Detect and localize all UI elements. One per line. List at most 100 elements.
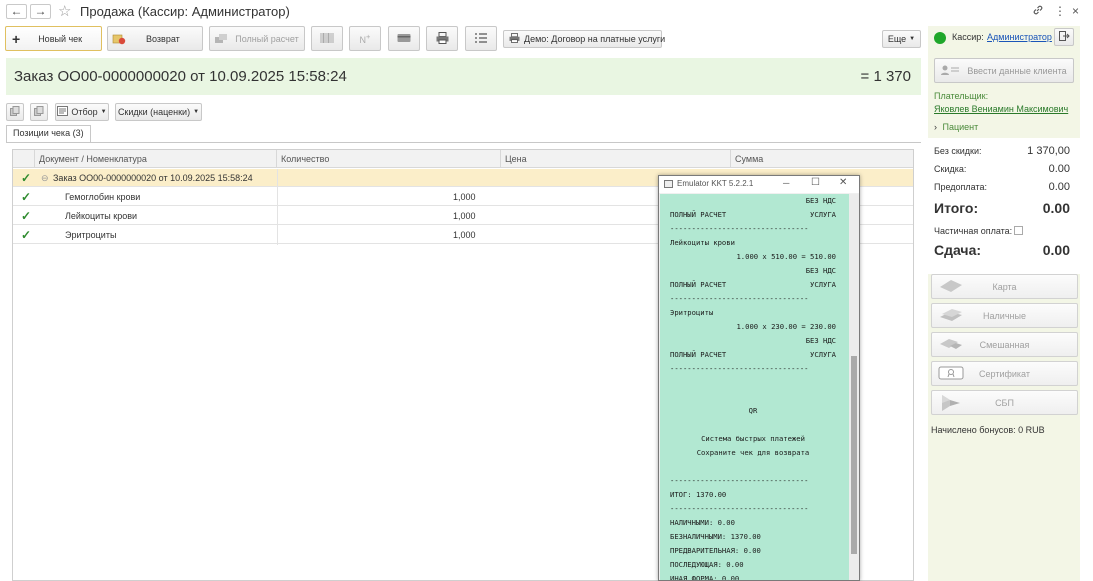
order-total: = 1 370 xyxy=(860,68,911,85)
partial-payment-checkbox[interactable] xyxy=(1014,226,1023,235)
card-icon xyxy=(397,33,411,45)
close-icon[interactable]: ✕ xyxy=(839,177,847,188)
column-header-document[interactable]: Документ / Номенклатура xyxy=(35,150,277,168)
close-icon[interactable]: × xyxy=(1072,4,1079,18)
logout-button[interactable] xyxy=(1054,28,1074,46)
copy-icon xyxy=(10,106,20,118)
print-button[interactable] xyxy=(426,26,458,51)
forward-button[interactable]: → xyxy=(30,4,51,19)
filter-icon xyxy=(57,106,69,118)
emulator-scroll-thumb[interactable] xyxy=(851,356,857,554)
receipt-line: ПОЛНЫЙ РАСЧЕТ УСЛУГА xyxy=(670,348,836,362)
without-discount-label: Без скидки: xyxy=(934,146,982,156)
column-header-quantity[interactable]: Количество xyxy=(277,150,501,168)
discount-label: Скидка: xyxy=(934,164,967,174)
pay-cash-button[interactable]: Наличные xyxy=(931,303,1078,328)
total-label: Итого: xyxy=(934,200,979,216)
receipt-separator: -------------------------------- xyxy=(670,364,809,373)
prepayment-row: Предоплата: 0.00 xyxy=(934,181,1076,193)
barcode-button[interactable] xyxy=(311,26,343,51)
pay-mixed-label: Смешанная xyxy=(979,339,1030,350)
without-discount-row: Без скидки: 1 370,00 xyxy=(934,145,1076,157)
favorite-star-icon[interactable]: ☆ xyxy=(58,2,71,20)
new-check-button[interactable]: + Новый чек xyxy=(5,26,102,51)
back-button[interactable]: ← xyxy=(6,4,27,19)
cashier-name-link[interactable]: Администратор xyxy=(987,32,1052,42)
title-bar: ← → ☆ Продажа (Кассир: Администратор) ⋮ … xyxy=(0,0,1093,24)
pay-certificate-button[interactable]: Сертификат xyxy=(931,361,1078,386)
cashier-label: Кассир: xyxy=(952,32,984,42)
emulator-scrollbar[interactable] xyxy=(849,194,859,580)
order-header: Заказ ОО00-0000000020 от 10.09.2025 15:5… xyxy=(6,58,921,95)
receipt-blank xyxy=(670,376,836,390)
pay-card-button[interactable]: Карта xyxy=(931,274,1078,299)
full-payment-button[interactable]: Полный расчет xyxy=(209,26,305,51)
payer-name-link[interactable]: Яковлев Вениамин Максимович xyxy=(934,104,1076,114)
filter-label: Отбор xyxy=(71,107,98,117)
number-plus-button[interactable]: N+ xyxy=(349,26,381,51)
dropdown-arrow-icon: ▼ xyxy=(100,109,107,115)
dropdown-arrow-icon: ▼ xyxy=(193,109,200,115)
link-icon[interactable] xyxy=(1032,4,1044,19)
barcode-icon xyxy=(320,32,334,45)
new-check-label: Новый чек xyxy=(38,33,83,44)
pay-mixed-button[interactable]: Смешанная xyxy=(931,332,1078,357)
pay-card-label: Карта xyxy=(992,281,1017,292)
total-row: Итого: 0.00 xyxy=(934,200,1076,216)
maximize-icon[interactable]: ☐ xyxy=(811,177,820,188)
receipt-line: НАЛИЧНЫМИ: 0.00 xyxy=(670,518,735,527)
receipt-line: Лейкоциты крови xyxy=(670,238,735,247)
receipt-line: БЕЗ НДС xyxy=(805,196,836,205)
paste-button[interactable] xyxy=(30,103,48,121)
receipt-blank xyxy=(670,390,836,404)
receipt-text: УСЛУГА xyxy=(810,210,836,219)
row-name: Гемоглобин крови xyxy=(65,192,141,202)
receipt-blank xyxy=(670,418,836,432)
column-header-sum[interactable]: Сумма xyxy=(731,150,913,168)
kkt-emulator-window[interactable]: Emulator KKT 5.2.2.1 ─ ☐ ✕ БЕЗ НДС ПОЛНЫ… xyxy=(658,175,860,581)
client-icon xyxy=(941,65,960,77)
check-icon: ✓ xyxy=(21,190,32,204)
collapse-icon[interactable]: ⊖ xyxy=(41,169,49,187)
receipt-line: ИНАЯ ФОРМА: 0.00 xyxy=(670,574,740,580)
pay-sbp-button[interactable]: СБП xyxy=(931,390,1078,415)
return-label: Возврат xyxy=(146,33,180,44)
plus-icon: + xyxy=(12,30,21,47)
chevron-right-icon: › xyxy=(934,122,937,132)
check-icon: ✓ xyxy=(21,228,32,242)
filter-button[interactable]: Отбор ▼ xyxy=(55,103,109,121)
receipt-text: ПОЛНЫЙ РАСЧЕТ xyxy=(670,350,727,359)
full-payment-icon xyxy=(215,33,228,44)
receipt: БЕЗ НДС ПОЛНЫЙ РАСЧЕТ УСЛУГА ------------… xyxy=(670,194,836,580)
total-value: 0.00 xyxy=(1042,200,1070,216)
receipt-text: УСЛУГА xyxy=(810,350,836,359)
more-icon[interactable]: ⋮ xyxy=(1054,4,1066,18)
minimize-icon[interactable]: ─ xyxy=(783,178,789,188)
receipt-line: Система быстрых платежей xyxy=(701,434,805,443)
pay-cash-label: Наличные xyxy=(983,310,1026,321)
row-name: Лейкоциты крови xyxy=(65,211,138,221)
printer-icon xyxy=(436,31,449,46)
column-header-price[interactable]: Цена xyxy=(501,150,731,168)
more-menu-label: Еще xyxy=(887,34,907,44)
card-reader-button[interactable] xyxy=(388,26,420,51)
emulator-title-bar[interactable]: Emulator KKT 5.2.2.1 ─ ☐ ✕ xyxy=(659,176,859,193)
return-button[interactable]: Возврат xyxy=(107,26,203,51)
emulator-title: Emulator KKT 5.2.2.1 xyxy=(677,179,754,188)
change-row: Сдача: 0.00 xyxy=(934,242,1076,258)
more-menu-button[interactable]: Еще ▼ xyxy=(882,30,921,48)
prepayment-value: 0.00 xyxy=(1048,181,1070,193)
receipt-text: ПОЛНЫЙ РАСЧЕТ xyxy=(670,210,727,219)
receipt-qr: QR xyxy=(748,406,758,415)
receipt-area: БЕЗ НДС ПОЛНЫЙ РАСЧЕТ УСЛУГА ------------… xyxy=(660,194,849,580)
receipt-blank xyxy=(670,460,836,474)
tab-check-positions[interactable]: Позиции чека (3) xyxy=(6,125,91,142)
enter-client-button[interactable]: Ввести данные клиента xyxy=(934,58,1074,83)
demo-contract-button[interactable]: Демо: Договор на платные услуги xyxy=(503,30,665,48)
copy-button[interactable] xyxy=(6,103,24,121)
list-button[interactable] xyxy=(465,26,497,51)
receipt-separator: -------------------------------- xyxy=(670,224,809,233)
discounts-button[interactable]: Скидки (наценки) ▼ xyxy=(115,103,202,121)
patient-toggle[interactable]: › Пациент xyxy=(934,122,1076,132)
change-label: Сдача: xyxy=(934,242,982,258)
